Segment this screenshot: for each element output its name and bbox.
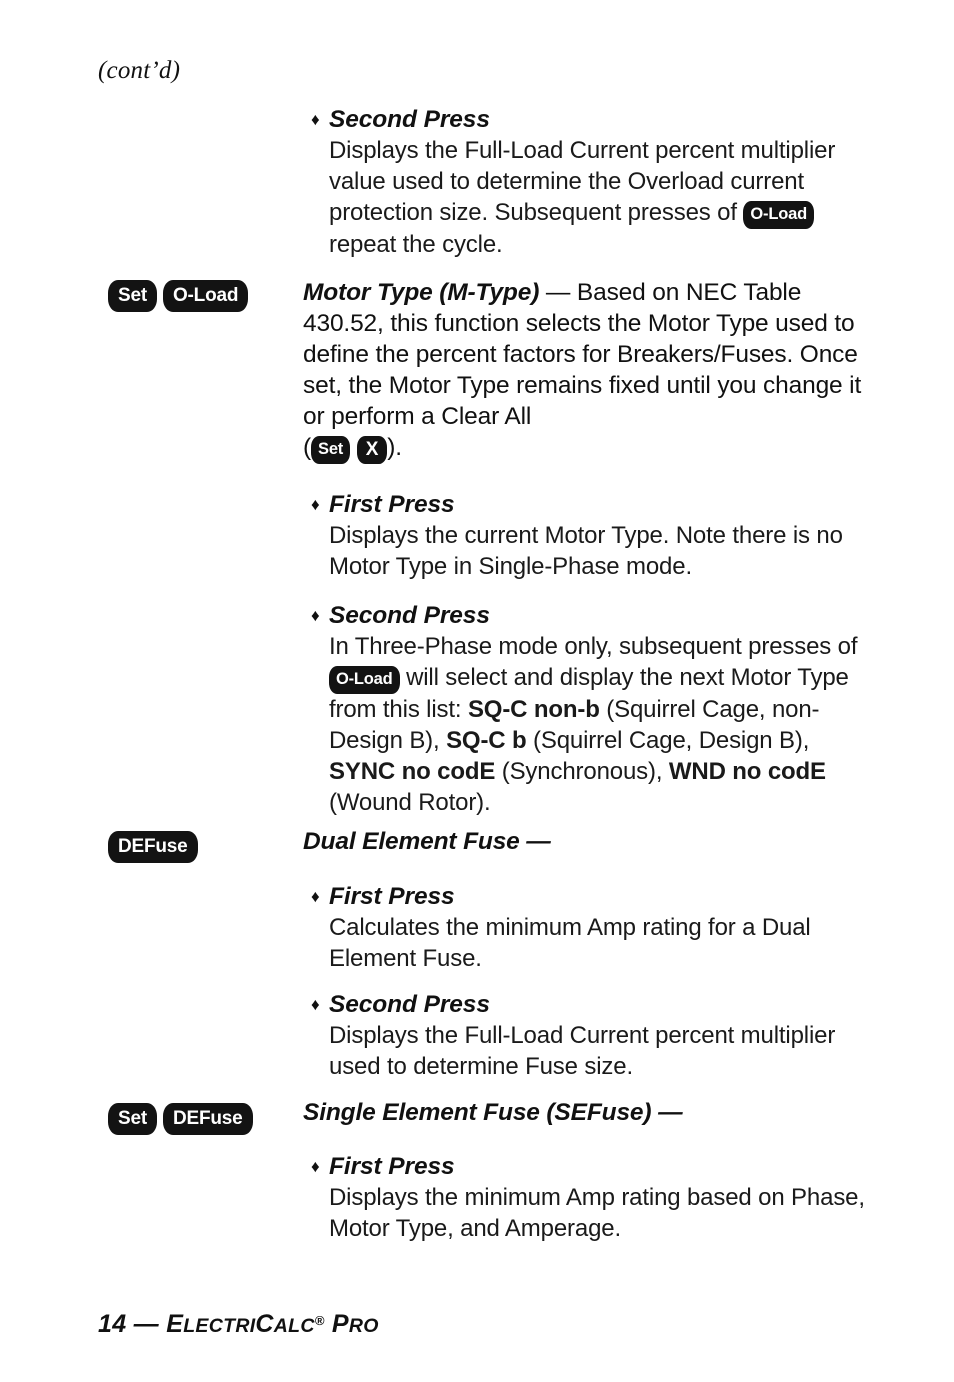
footer-brand-lectri: LECTRI — [183, 1315, 256, 1337]
motor-type-desc: (Synchronous), — [495, 757, 669, 785]
diamond-bullet-icon: ♦ — [311, 606, 320, 625]
bullet-heading-first-press: ♦ First Press — [303, 489, 868, 520]
paragraph-defuse-second-press: Displays the Full-Load Current percent m… — [329, 1022, 836, 1080]
key-badge-clear-x[interactable]: X — [356, 436, 388, 464]
heading-label: First Press — [329, 491, 455, 518]
heading-single-element-fuse: Single Element Fuse (SEFuse) — — [303, 1097, 868, 1128]
paragraph-motor-type-second-press: In Three-Phase mode only, subsequent pre… — [303, 631, 868, 818]
heading-label: Second Press — [329, 991, 490, 1018]
heading-label: Second Press — [329, 106, 490, 133]
continuation-note: (cont’d) — [98, 57, 181, 84]
key-badge-defuse[interactable]: DEFuse — [108, 831, 198, 863]
paragraph-sefuse-first-press: Displays the minimum Amp rating based on… — [329, 1184, 865, 1242]
footer-pro-p: P — [331, 1310, 349, 1338]
section-motor-type-first-press: ♦ First Press Displays the current Motor… — [303, 489, 868, 582]
motor-type-code: SYNC no codE — [329, 757, 496, 785]
bullet-heading-first-press: ♦ First Press — [303, 881, 868, 912]
motor-type-code: SQ-C b — [446, 726, 527, 754]
text-after-key: repeat the cycle. — [329, 230, 503, 258]
paragraph-overload-second-press: Displays the Full-Load Current percent m… — [303, 135, 868, 260]
heading-single-element-fuse-title: Single Element Fuse (SEFuse) — — [303, 1099, 683, 1126]
section-motor-type-second-press: ♦ Second Press In Three-Phase mode only,… — [303, 600, 868, 818]
heading-dual-element-fuse-title: Dual Element Fuse — — [303, 828, 551, 855]
document-page: (cont’d) ♦ Second Press Displays the Ful… — [0, 0, 954, 1382]
heading-motor-type-title: Motor Type (M-Type) — [303, 279, 546, 306]
diamond-bullet-icon: ♦ — [311, 887, 320, 906]
bullet-heading-first-press: ♦ First Press — [303, 1151, 868, 1182]
motor-type-desc: (Squirrel Cage, Design B), — [526, 726, 810, 754]
diamond-bullet-icon: ♦ — [311, 110, 320, 129]
heading-label: First Press — [329, 883, 455, 910]
paren-close: ). — [387, 434, 402, 461]
paragraph-defuse-first-press: Calculates the minimum Amp rating for a … — [329, 914, 811, 972]
motor-type-code: SQ-C non-b — [467, 695, 600, 723]
footer-brand-alc: ALC — [273, 1315, 315, 1337]
footer-brand-c: C — [255, 1310, 274, 1338]
section-overload-second-press: ♦ Second Press Displays the Full-Load Cu… — [303, 104, 868, 260]
paren-open: ( — [303, 434, 312, 461]
gutter-keys-motor-type: Set O-Load — [108, 280, 249, 312]
key-badge-set[interactable]: Set — [311, 436, 351, 464]
text-before-key: In Three-Phase mode only, subsequent pre… — [329, 633, 858, 660]
section-single-element-fuse: Single Element Fuse (SEFuse) — — [303, 1097, 868, 1128]
key-badge-oload[interactable]: O-Load — [162, 280, 249, 312]
section-defuse-second-press: ♦ Second Press Displays the Full-Load Cu… — [303, 989, 868, 1082]
footer-page-number: 14 — [98, 1310, 127, 1338]
bullet-heading-second-press: ♦ Second Press — [303, 600, 868, 631]
key-badge-set[interactable]: Set — [108, 280, 157, 312]
section-motor-type: Motor Type (M-Type) — Based on NEC Table… — [303, 277, 868, 464]
gutter-keys-dual-element-fuse: DEFuse — [108, 831, 198, 863]
diamond-bullet-icon: ♦ — [311, 495, 320, 514]
page-footer: 14 — ELECTRICALC® PRO — [98, 1310, 379, 1339]
section-sefuse-first-press: ♦ First Press Displays the minimum Amp r… — [303, 1151, 868, 1244]
heading-motor-type: Motor Type (M-Type) — Based on NEC Table… — [303, 277, 868, 464]
footer-pro-ro: RO — [348, 1315, 379, 1337]
motor-type-desc: (Wound Rotor). — [329, 788, 491, 816]
key-badge-oload[interactable]: O-Load — [743, 201, 814, 229]
key-badge-oload[interactable]: O-Load — [329, 666, 400, 694]
bullet-heading-second-press: ♦ Second Press — [303, 104, 868, 135]
heading-dual-element-fuse: Dual Element Fuse — — [303, 826, 868, 857]
gutter-keys-single-element-fuse: Set DEFuse — [108, 1103, 253, 1135]
diamond-bullet-icon: ♦ — [311, 1157, 320, 1176]
paragraph-motor-type-first-press: Displays the current Motor Type. Note th… — [329, 522, 843, 580]
footer-registered-mark: ® — [314, 1313, 325, 1328]
heading-label: First Press — [329, 1153, 455, 1180]
diamond-bullet-icon: ♦ — [311, 995, 320, 1014]
key-badge-set[interactable]: Set — [108, 1103, 157, 1135]
footer-dash: — — [126, 1310, 167, 1338]
key-badge-defuse[interactable]: DEFuse — [162, 1103, 253, 1135]
footer-brand-e: E — [166, 1310, 184, 1338]
bullet-heading-second-press: ♦ Second Press — [303, 989, 868, 1020]
section-dual-element-fuse: Dual Element Fuse — — [303, 826, 868, 857]
section-defuse-first-press: ♦ First Press Calculates the minimum Amp… — [303, 881, 868, 974]
motor-type-code: WND no codE — [668, 757, 826, 785]
heading-label: Second Press — [329, 602, 490, 629]
